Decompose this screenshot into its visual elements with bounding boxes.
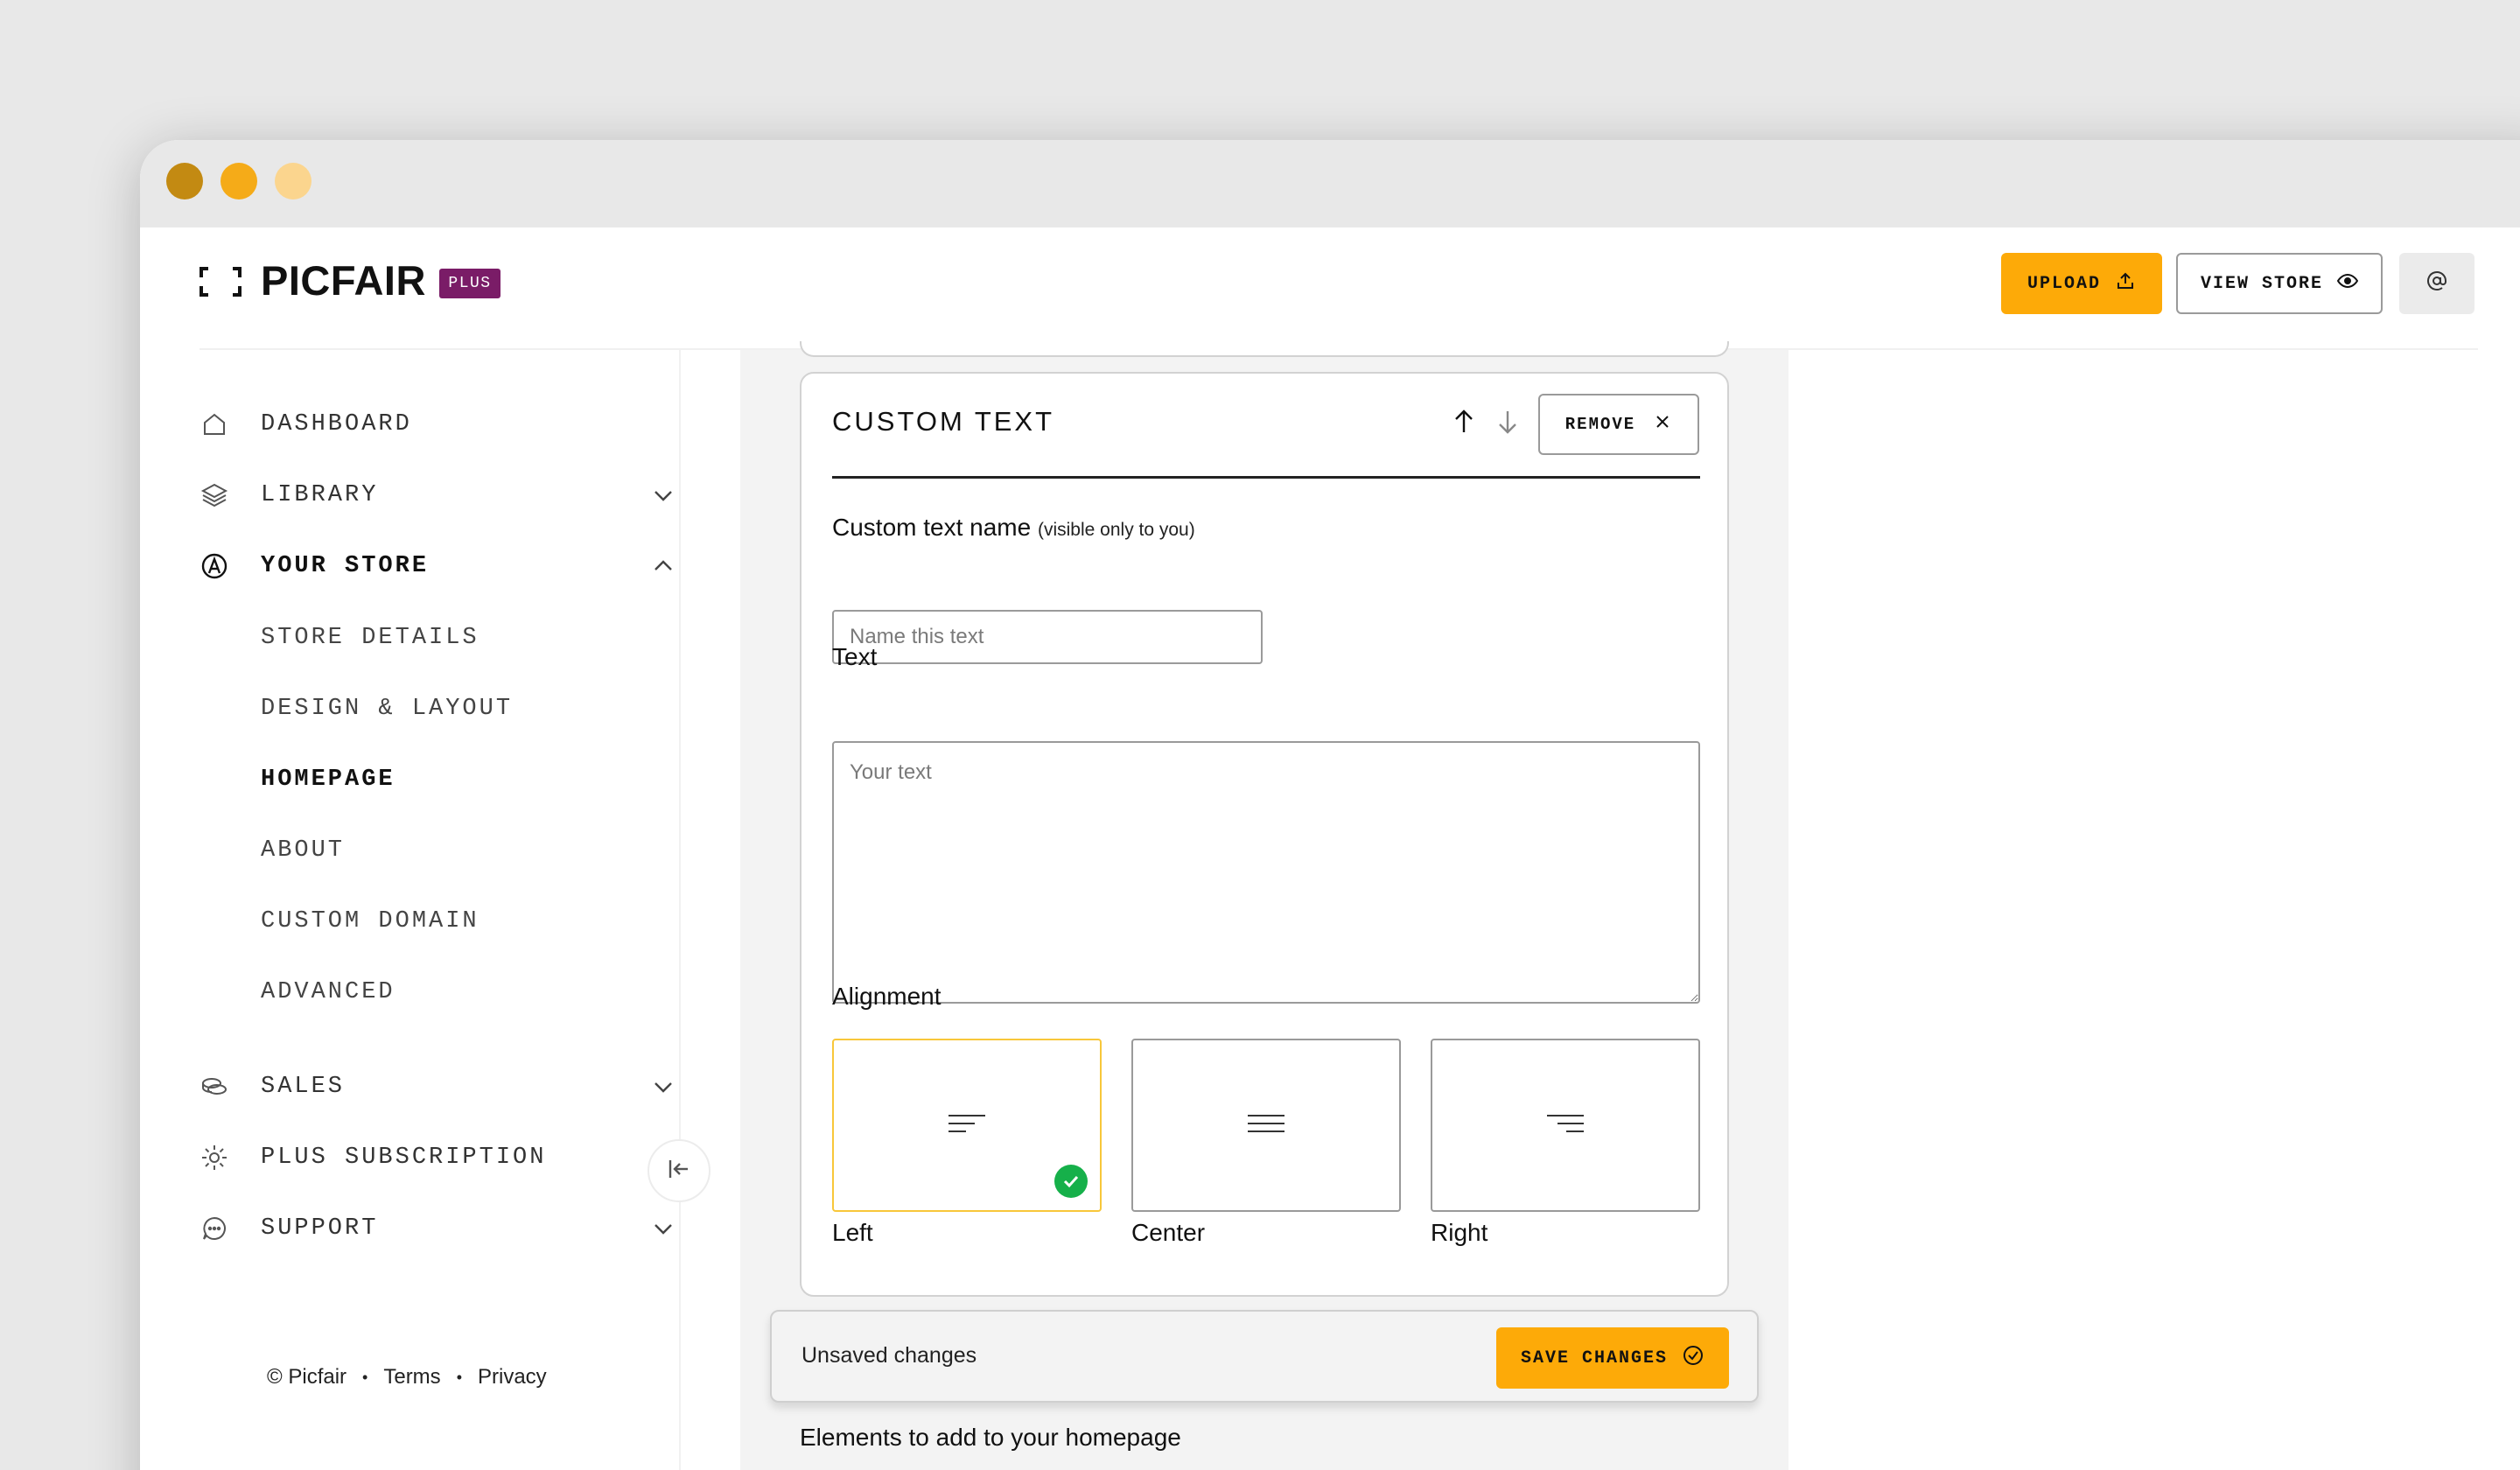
eye-icon	[2336, 270, 2359, 298]
alignment-left-label: Left	[832, 1219, 873, 1246]
sidebar-subitem-design-layout[interactable]: DESIGN & LAYOUT	[261, 691, 513, 726]
picfair-logo[interactable]: PICFAIR	[261, 256, 426, 305]
layers-icon	[200, 480, 229, 510]
sidebar-item-your-store[interactable]: YOUR STORE	[200, 544, 672, 588]
terms-link[interactable]: Terms	[383, 1365, 440, 1390]
window-close-dot[interactable]	[166, 163, 203, 200]
custom-text-name-input[interactable]	[832, 610, 1263, 664]
sidebar-item-label: DASHBOARD	[261, 411, 412, 438]
sidebar-item-plus-subscription[interactable]: PLUS SUBSCRIPTION	[200, 1136, 672, 1180]
remove-button-label: REMOVE	[1564, 415, 1636, 434]
sidebar-item-label: YOUR STORE	[261, 553, 430, 579]
chevron-up-icon[interactable]	[650, 553, 676, 579]
move-down-icon[interactable]	[1493, 407, 1522, 437]
chevron-down-icon[interactable]	[650, 482, 676, 508]
align-right-icon	[1545, 1110, 1586, 1141]
sidebar-item-label: LIBRARY	[261, 482, 379, 508]
custom-text-name-label: Custom text name (visible only to you)	[832, 512, 1195, 546]
card-title-divider	[832, 476, 1700, 479]
save-changes-button[interactable]: SAVE CHANGES	[1496, 1327, 1729, 1389]
alignment-center-option[interactable]	[1131, 1039, 1401, 1212]
align-center-icon	[1246, 1110, 1286, 1141]
sidebar-subitem-homepage[interactable]: HOMEPAGE	[261, 762, 396, 797]
home-icon	[200, 410, 229, 439]
sidebar-subitem-advanced[interactable]: ADVANCED	[261, 975, 396, 1010]
window-maximize-dot[interactable]	[275, 163, 312, 200]
custom-text-name-label-text: Custom text name	[832, 514, 1032, 541]
sidebar-item-label: SALES	[261, 1074, 346, 1100]
alignment-right-option[interactable]	[1431, 1039, 1700, 1212]
footer-separator: •	[362, 1368, 368, 1386]
sidebar-subitem-store-details[interactable]: STORE DETAILS	[261, 620, 480, 655]
account-button[interactable]	[2399, 253, 2474, 314]
sidebar-item-label: PLUS SUBSCRIPTION	[261, 1144, 547, 1171]
chevron-down-icon[interactable]	[650, 1215, 676, 1242]
picfair-logo-icon[interactable]	[200, 267, 242, 297]
remove-button[interactable]: REMOVE	[1538, 394, 1699, 455]
sidebar-item-sales[interactable]: SALES	[200, 1065, 672, 1109]
text-textarea[interactable]	[832, 741, 1700, 1004]
window-titlebar	[140, 140, 2520, 228]
sidebar: DASHBOARD LIBRARY YOUR STORE STORE DETAI…	[140, 350, 681, 1470]
custom-text-name-hint: (visible only to you)	[1037, 520, 1195, 540]
upload-button[interactable]: UPLOAD	[2001, 253, 2162, 314]
copyright-text: © Picfair	[267, 1365, 347, 1389]
sidebar-footer: © Picfair • Terms • Privacy	[267, 1365, 547, 1390]
upload-icon	[2115, 270, 2136, 298]
close-icon	[1653, 412, 1672, 437]
alignment-center-label: Center	[1131, 1219, 1206, 1246]
sidebar-item-label: SUPPORT	[261, 1215, 379, 1242]
view-store-button[interactable]: VIEW STORE	[2176, 253, 2383, 314]
check-icon	[1054, 1165, 1088, 1198]
alignment-right-label: Right	[1431, 1219, 1488, 1246]
save-bar: Unsaved changes SAVE CHANGES	[770, 1310, 1759, 1403]
coins-icon	[200, 1072, 229, 1102]
collapse-left-icon	[665, 1155, 693, 1187]
align-left-icon	[947, 1110, 987, 1141]
plus-badge: PLUS	[439, 269, 500, 298]
sidebar-subitem-about[interactable]: ABOUT	[261, 833, 345, 868]
elements-heading: Elements to add to your homepage	[800, 1424, 1181, 1451]
window-minimize-dot[interactable]	[220, 163, 257, 200]
sidebar-item-dashboard[interactable]: DASHBOARD	[200, 402, 620, 446]
save-changes-button-label: SAVE CHANGES	[1520, 1348, 1669, 1368]
card-title: CUSTOM TEXT	[832, 406, 1055, 437]
chevron-down-icon[interactable]	[650, 1074, 676, 1100]
text-label: Text	[832, 643, 878, 670]
sidebar-item-support[interactable]: SUPPORT	[200, 1207, 672, 1250]
store-icon	[200, 551, 229, 581]
upload-button-label: UPLOAD	[2026, 273, 2101, 294]
sidebar-divider	[679, 350, 681, 1470]
previous-card-bottom	[800, 341, 1729, 357]
alignment-label: Alignment	[832, 983, 942, 1010]
custom-text-card: CUSTOM TEXT REMOVE Custom text name (vis…	[800, 372, 1729, 1297]
alignment-left-option[interactable]	[832, 1039, 1102, 1212]
unsaved-changes-status: Unsaved changes	[802, 1343, 977, 1368]
sidebar-item-library[interactable]: LIBRARY	[200, 473, 672, 517]
move-up-icon[interactable]	[1449, 407, 1479, 437]
footer-separator: •	[456, 1368, 462, 1386]
collapse-sidebar-button[interactable]	[648, 1139, 710, 1202]
view-store-button-label: VIEW STORE	[2200, 273, 2324, 294]
check-circle-icon	[1682, 1344, 1704, 1373]
sidebar-subitem-custom-domain[interactable]: CUSTOM DOMAIN	[261, 904, 480, 939]
at-sign-icon	[2426, 270, 2447, 298]
privacy-link[interactable]: Privacy	[478, 1365, 547, 1390]
chat-icon	[200, 1214, 229, 1243]
gear-icon	[200, 1143, 229, 1172]
